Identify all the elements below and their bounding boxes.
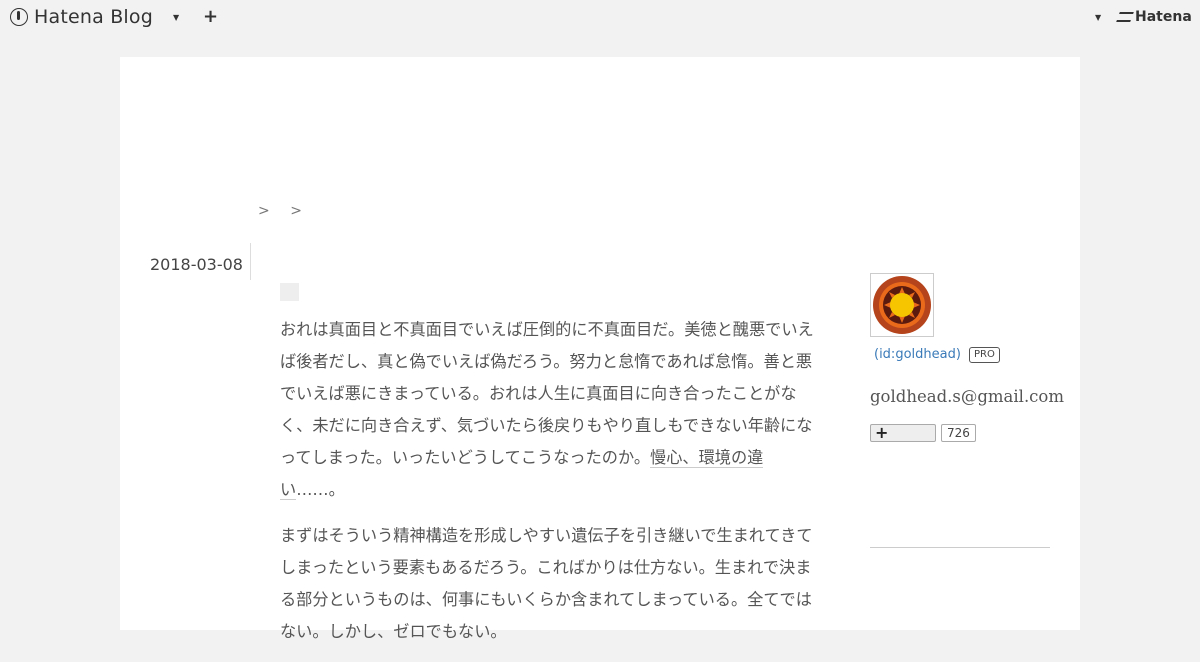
hatena-blog-logo[interactable]: Hatena Blog	[10, 6, 153, 28]
chevron-down-icon[interactable]: ▼	[1095, 13, 1101, 22]
paragraph-text: おれは真面目と不真面目でいえば圧倒的に不真面目だ。美徳と醜悪でいえば後者だし、真…	[280, 320, 814, 467]
divider	[250, 243, 251, 280]
logo-text: Hatena Blog	[34, 6, 153, 28]
subscribe-button[interactable]: +	[870, 423, 936, 442]
pro-badge: PRO	[969, 347, 1000, 363]
paragraph-tail: ……。	[296, 480, 345, 499]
paragraph: おれは真面目と不真面目でいえば圧倒的に不真面目だ。美徳と醜悪でいえば後者だし、真…	[280, 314, 824, 506]
plus-icon: +	[875, 423, 889, 442]
hatena-brand-icon	[1116, 12, 1134, 22]
breadcrumb: > >	[258, 203, 318, 219]
entry-date[interactable]: 2018-03-08	[150, 255, 243, 274]
paragraph: まずはそういう精神構造を形成しやすい遺伝子を引き継いで生まれてきてしまったという…	[280, 526, 813, 641]
entry-content: おれは真面目と不真面目でいえば圧倒的に不真面目だ。美徳と醜悪でいえば後者だし、真…	[280, 314, 824, 662]
brand-text: Hatena	[1135, 9, 1192, 25]
main-panel: > > 2018-03-08 おれは真面目と不真面目でいえば圧倒的に不真面目だ。…	[120, 57, 1080, 641]
author-email: goldhead.s@gmail.com	[870, 387, 1065, 406]
breadcrumb-separator: >	[258, 203, 270, 219]
breadcrumb-separator: >	[290, 203, 302, 219]
hatena-logo-icon	[10, 8, 28, 26]
category-placeholder	[280, 283, 299, 301]
sun-avatar-icon	[873, 276, 931, 334]
chevron-down-icon[interactable]: ▼	[173, 13, 179, 22]
top-bar: Hatena Blog ▼ + ▼ Hatena	[0, 0, 1200, 38]
subscriber-count: 726	[941, 424, 976, 442]
hatena-brand-link[interactable]: Hatena	[1116, 9, 1192, 25]
avatar[interactable]	[870, 273, 934, 337]
plus-icon[interactable]: +	[203, 6, 218, 27]
user-id-link[interactable]: (id:goldhead)	[874, 347, 961, 362]
divider	[870, 547, 1050, 548]
